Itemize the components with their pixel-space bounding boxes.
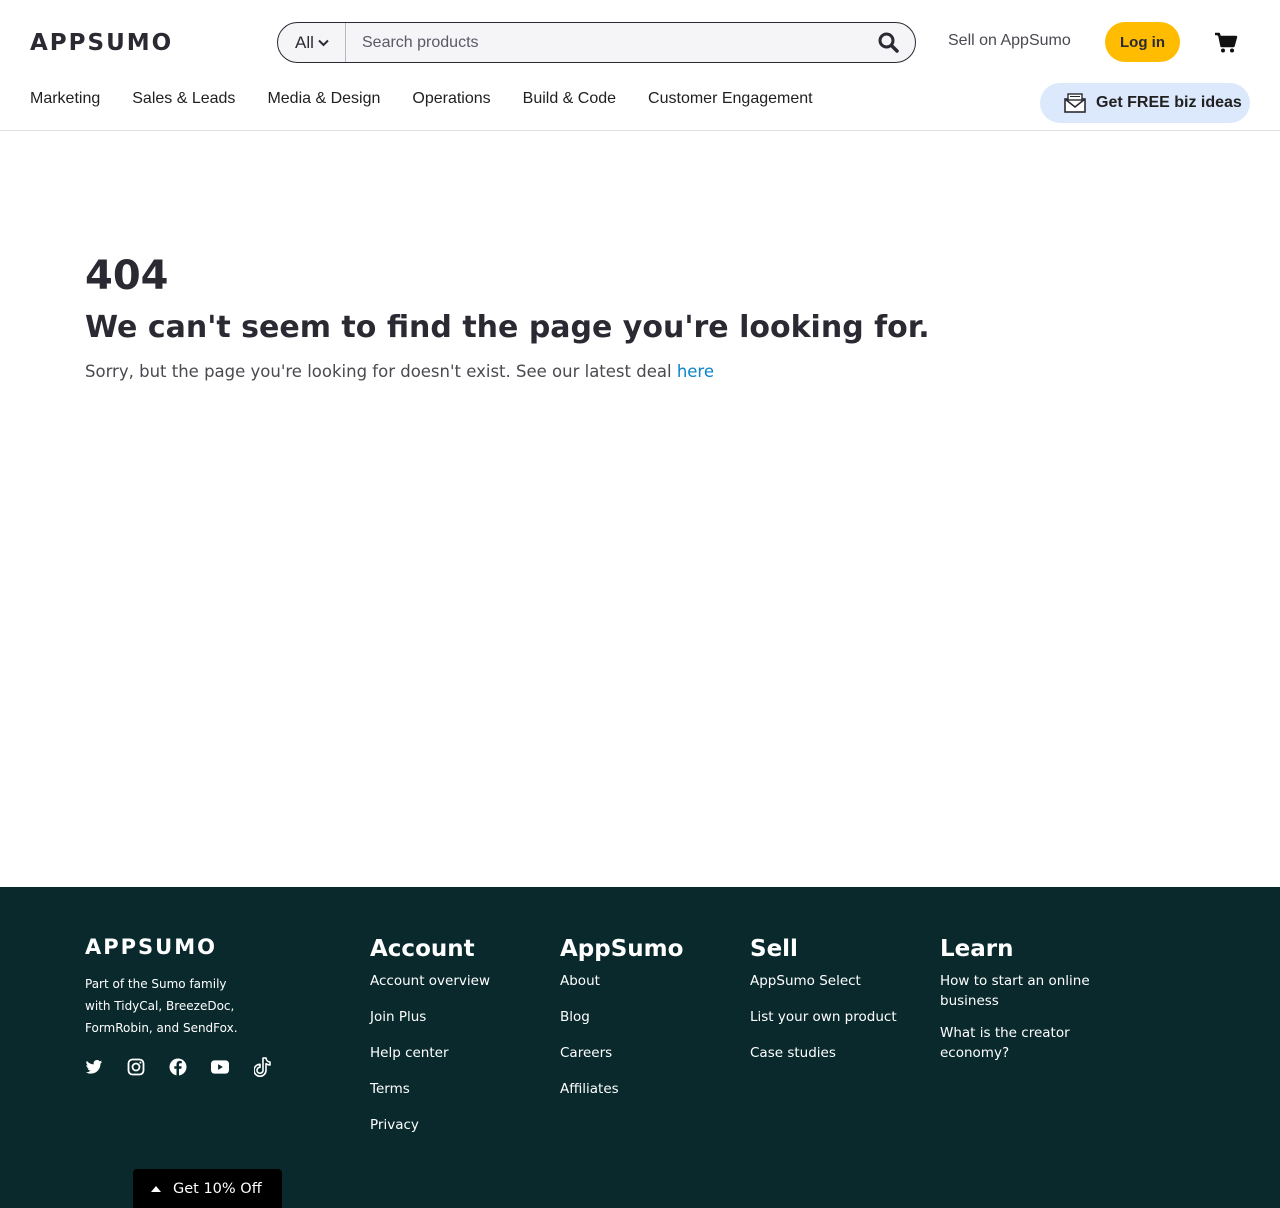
footer-link-privacy[interactable]: Privacy <box>370 1115 540 1135</box>
latest-deal-link[interactable]: here <box>677 362 714 381</box>
footer-link-affiliates[interactable]: Affiliates <box>560 1079 730 1099</box>
error-headline: We can't seem to find the page you're lo… <box>85 310 930 345</box>
footer-link-list-product[interactable]: List your own product <box>750 1007 925 1027</box>
footer-link-creator-economy[interactable]: What is the creator economy? <box>940 1023 1110 1063</box>
footer-link-about[interactable]: About <box>560 971 730 991</box>
cart-button[interactable] <box>1214 32 1238 54</box>
error-message: Sorry, but the page you're looking for d… <box>85 360 1195 384</box>
footer-link-case-studies[interactable]: Case studies <box>750 1043 925 1063</box>
error-code: 404 <box>85 253 169 299</box>
appsumo-logo[interactable]: APPSUMO <box>30 30 173 56</box>
login-button[interactable]: Log in <box>1105 22 1180 62</box>
footer-logo[interactable]: APPSUMO <box>85 935 217 959</box>
site-footer: APPSUMO Part of the Sumo family with Tid… <box>0 887 1280 1208</box>
footer-heading-learn: Learn <box>940 936 1014 962</box>
not-found-content: 404 We can't seem to find the page you'r… <box>85 250 1195 384</box>
category-nav: Marketing Sales & Leads Media & Design O… <box>30 90 813 108</box>
footer-link-blog[interactable]: Blog <box>560 1007 730 1027</box>
nav-customer-engagement[interactable]: Customer Engagement <box>648 90 813 108</box>
footer-tagline: Part of the Sumo family with TidyCal, Br… <box>85 977 238 1035</box>
footer-column-appsumo: AppSumo About Blog Careers Affiliates <box>560 935 730 1115</box>
search-button[interactable] <box>861 23 915 62</box>
discount-promo-button[interactable]: Get 10% Off <box>133 1169 282 1208</box>
footer-column-account: Account Account overview Join Plus Help … <box>370 935 540 1151</box>
error-message-text: Sorry, but the page you're looking for d… <box>85 362 677 381</box>
search-bar: All <box>277 22 916 63</box>
chevron-down-icon <box>318 39 329 46</box>
footer-link-account-overview[interactable]: Account overview <box>370 971 540 991</box>
instagram-icon[interactable] <box>127 1058 145 1076</box>
nav-marketing[interactable]: Marketing <box>30 90 100 108</box>
newsletter-envelope-icon <box>1064 93 1086 113</box>
footer-column-learn: Learn How to start an online business Wh… <box>940 935 1110 1075</box>
logo-text: APPSUMO <box>30 30 174 56</box>
twitter-icon[interactable] <box>85 1058 103 1076</box>
search-category-label: All <box>295 32 314 52</box>
footer-link-careers[interactable]: Careers <box>560 1043 730 1063</box>
free-biz-ideas-button[interactable]: Get FREE biz ideas <box>1040 83 1250 123</box>
search-category-select[interactable]: All <box>278 23 346 62</box>
search-input[interactable] <box>346 23 861 62</box>
cart-icon <box>1215 32 1238 53</box>
search-icon <box>878 32 899 53</box>
nav-build-code[interactable]: Build & Code <box>523 90 616 108</box>
footer-heading-appsumo: AppSumo <box>560 936 684 962</box>
nav-sales-leads[interactable]: Sales & Leads <box>132 90 235 108</box>
social-links <box>85 1057 271 1077</box>
nav-media-design[interactable]: Media & Design <box>267 90 380 108</box>
promo-label: Get 10% Off <box>173 1180 262 1197</box>
youtube-icon[interactable] <box>211 1058 229 1076</box>
footer-link-join-plus[interactable]: Join Plus <box>370 1007 540 1027</box>
biz-ideas-label: Get FREE biz ideas <box>1096 94 1242 111</box>
footer-link-help-center[interactable]: Help center <box>370 1043 540 1063</box>
footer-link-appsumo-select[interactable]: AppSumo Select <box>750 971 925 991</box>
site-header: APPSUMO All Sell on AppSumo Log in Marke… <box>0 0 1280 131</box>
footer-heading-sell: Sell <box>750 936 798 962</box>
facebook-icon[interactable] <box>169 1058 187 1076</box>
caret-up-icon <box>151 1185 161 1192</box>
footer-heading-account: Account <box>370 936 475 962</box>
nav-operations[interactable]: Operations <box>412 90 490 108</box>
sell-on-appsumo-link[interactable]: Sell on AppSumo <box>948 32 1071 50</box>
footer-column-sell: Sell AppSumo Select List your own produc… <box>750 935 925 1079</box>
footer-link-terms[interactable]: Terms <box>370 1079 540 1099</box>
tiktok-icon[interactable] <box>253 1057 271 1077</box>
footer-link-start-online-business[interactable]: How to start an online business <box>940 971 1110 1011</box>
